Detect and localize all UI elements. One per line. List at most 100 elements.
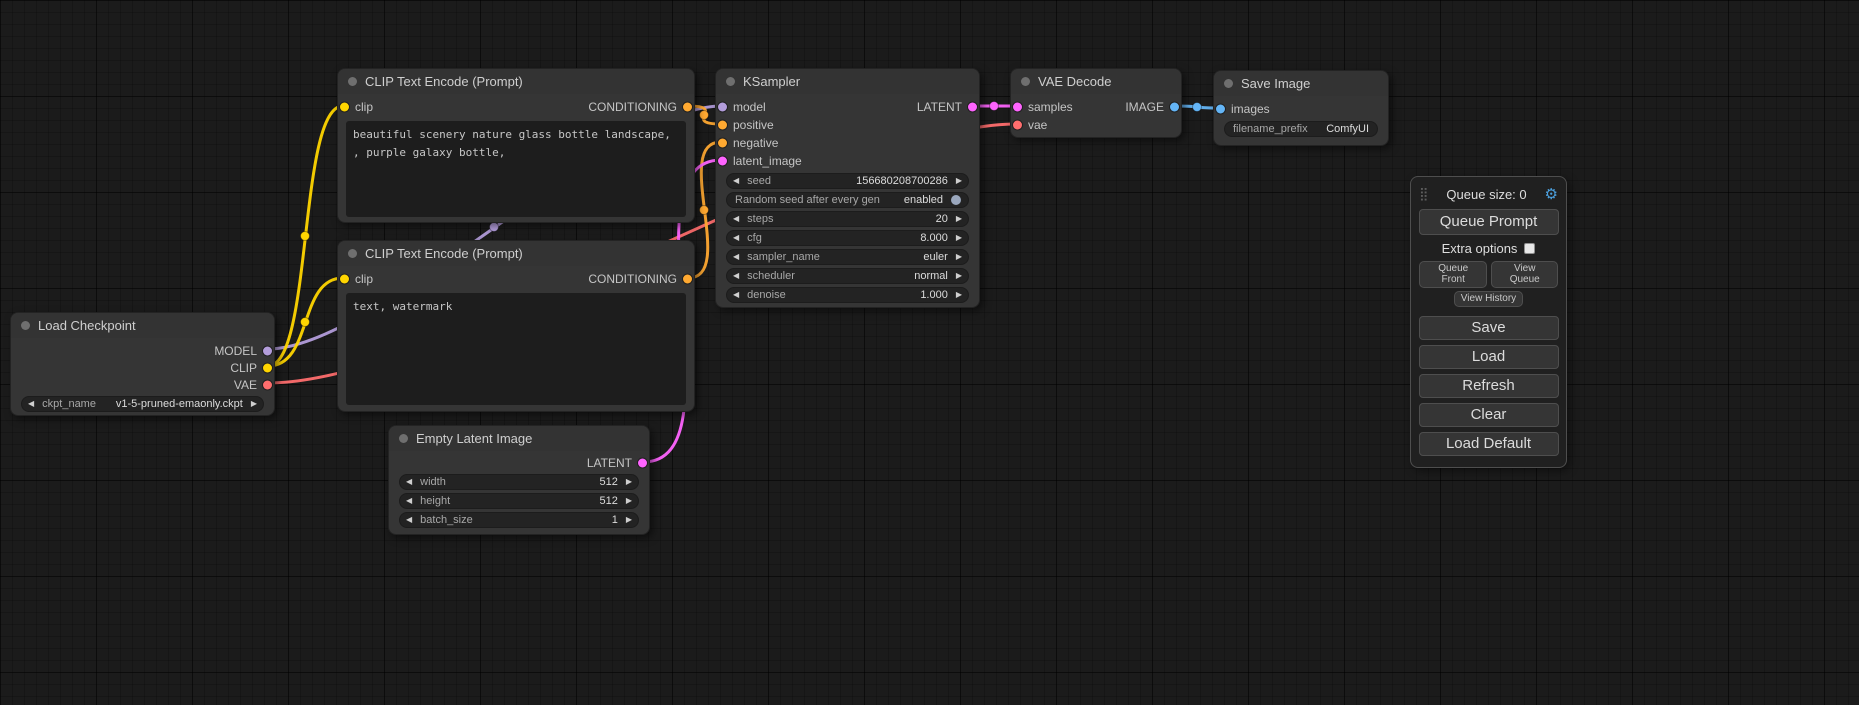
decrement-arrow-icon[interactable]: ◀ <box>733 234 739 242</box>
node-title-bar[interactable]: Empty Latent Image <box>389 426 649 451</box>
node-title-bar[interactable]: CLIP Text Encode (Prompt) <box>338 69 694 94</box>
comfy-menu-panel[interactable]: ⣿ Queue size: 0 ⚙ Queue Prompt Extra opt… <box>1410 176 1567 468</box>
decrement-arrow-icon[interactable]: ◀ <box>406 497 412 505</box>
decrement-arrow-icon[interactable]: ◀ <box>406 516 412 524</box>
positive-input-dot[interactable] <box>718 121 727 130</box>
filename-prefix-widget[interactable]: filename_prefix ComfyUI <box>1224 121 1378 137</box>
decrement-arrow-icon[interactable]: ◀ <box>733 177 739 185</box>
batch-size-widget[interactable]: ◀ batch_size 1 ▶ <box>399 512 639 528</box>
node-title-bar[interactable]: CLIP Text Encode (Prompt) <box>338 241 694 266</box>
node-vae-decode[interactable]: VAE Decode samples IMAGE vae <box>1010 68 1182 138</box>
increment-arrow-icon[interactable]: ▶ <box>956 215 962 223</box>
collapse-dot[interactable] <box>348 249 357 258</box>
widget-value[interactable]: euler <box>923 251 947 263</box>
collapse-dot[interactable] <box>399 434 408 443</box>
widget-value[interactable]: v1-5-pruned-emaonly.ckpt <box>116 398 243 410</box>
seed-widget[interactable]: ◀ seed 156680208700286 ▶ <box>726 173 969 189</box>
increment-arrow-icon[interactable]: ▶ <box>626 497 632 505</box>
vae-input-dot[interactable] <box>1013 121 1022 130</box>
widget-value[interactable]: 20 <box>936 213 948 225</box>
node-title-bar[interactable]: Load Checkpoint <box>11 313 274 338</box>
clip-input-dot[interactable] <box>340 275 349 284</box>
widget-value[interactable]: 1.000 <box>920 289 948 301</box>
widget-value[interactable]: enabled <box>904 194 943 206</box>
decrement-arrow-icon[interactable]: ◀ <box>733 291 739 299</box>
collapse-dot[interactable] <box>726 77 735 86</box>
load-button[interactable]: Load <box>1419 345 1559 369</box>
clear-button[interactable]: Clear <box>1419 403 1559 427</box>
latent-image-input-dot[interactable] <box>718 157 727 166</box>
node-empty-latent-image[interactable]: Empty Latent Image LATENT ◀ width 512 ▶ … <box>388 425 650 535</box>
images-input-dot[interactable] <box>1216 105 1225 114</box>
node-title-bar[interactable]: KSampler <box>716 69 979 94</box>
node-save-image[interactable]: Save Image images filename_prefix ComfyU… <box>1213 70 1389 146</box>
cfg-widget[interactable]: ◀ cfg 8.000 ▶ <box>726 230 969 246</box>
slot-row: clip CONDITIONING <box>338 98 694 116</box>
widget-label: batch_size <box>420 514 473 526</box>
clip-output-dot[interactable] <box>263 363 272 372</box>
collapse-dot[interactable] <box>1224 79 1233 88</box>
increment-arrow-icon[interactable]: ▶ <box>956 291 962 299</box>
node-load-checkpoint[interactable]: Load Checkpoint MODEL CLIP VAE ◀ ckpt_na… <box>10 312 275 416</box>
random-seed-widget[interactable]: Random seed after every gen enabled <box>726 192 969 208</box>
increment-arrow-icon[interactable]: ▶ <box>956 177 962 185</box>
widget-value[interactable]: ComfyUI <box>1326 123 1369 135</box>
increment-arrow-icon[interactable]: ▶ <box>956 272 962 280</box>
image-output-dot[interactable] <box>1170 103 1179 112</box>
increment-arrow-icon[interactable]: ▶ <box>626 478 632 486</box>
height-widget[interactable]: ◀ height 512 ▶ <box>399 493 639 509</box>
refresh-button[interactable]: Refresh <box>1419 374 1559 398</box>
widget-value[interactable]: 8.000 <box>920 232 948 244</box>
decrement-arrow-icon[interactable]: ◀ <box>733 253 739 261</box>
widget-value[interactable]: 156680208700286 <box>856 175 948 187</box>
node-title-bar[interactable]: Save Image <box>1214 71 1388 96</box>
save-button[interactable]: Save <box>1419 316 1559 340</box>
widget-value[interactable]: normal <box>914 270 948 282</box>
increment-arrow-icon[interactable]: ▶ <box>956 234 962 242</box>
node-title-bar[interactable]: VAE Decode <box>1011 69 1181 94</box>
increment-arrow-icon[interactable]: ▶ <box>251 400 257 408</box>
view-queue-button[interactable]: View Queue <box>1491 261 1558 288</box>
ckpt-name-widget[interactable]: ◀ ckpt_name v1-5-pruned-emaonly.ckpt ▶ <box>21 396 264 412</box>
node-ksampler[interactable]: KSampler model LATENT positive negative … <box>715 68 980 308</box>
model-output-dot[interactable] <box>263 346 272 355</box>
widget-value[interactable]: 1 <box>612 514 618 526</box>
settings-gear-icon[interactable]: ⚙ <box>1545 185 1558 203</box>
toggle-dot[interactable] <box>951 195 961 205</box>
conditioning-output-dot[interactable] <box>683 103 692 112</box>
widget-value[interactable]: 512 <box>599 476 617 488</box>
view-history-button[interactable]: View History <box>1454 291 1523 307</box>
scheduler-widget[interactable]: ◀ scheduler normal ▶ <box>726 268 969 284</box>
decrement-arrow-icon[interactable]: ◀ <box>733 215 739 223</box>
decrement-arrow-icon[interactable]: ◀ <box>733 272 739 280</box>
conditioning-output-dot[interactable] <box>683 275 692 284</box>
load-default-button[interactable]: Load Default <box>1419 432 1559 456</box>
queue-front-button[interactable]: Queue Front <box>1419 261 1487 288</box>
drag-handle-icon[interactable]: ⣿ <box>1419 186 1429 202</box>
collapse-dot[interactable] <box>21 321 30 330</box>
model-input-dot[interactable] <box>718 103 727 112</box>
positive-prompt-textarea[interactable]: beautiful scenery nature glass bottle la… <box>346 121 686 217</box>
decrement-arrow-icon[interactable]: ◀ <box>406 478 412 486</box>
samples-input-dot[interactable] <box>1013 103 1022 112</box>
increment-arrow-icon[interactable]: ▶ <box>626 516 632 524</box>
latent-output-dot[interactable] <box>968 103 977 112</box>
steps-widget[interactable]: ◀ steps 20 ▶ <box>726 211 969 227</box>
node-clip-text-encode-negative[interactable]: CLIP Text Encode (Prompt) clip CONDITION… <box>337 240 695 412</box>
increment-arrow-icon[interactable]: ▶ <box>956 253 962 261</box>
negative-prompt-textarea[interactable]: text, watermark <box>346 293 686 405</box>
latent-output-dot[interactable] <box>638 459 647 468</box>
denoise-widget[interactable]: ◀ denoise 1.000 ▶ <box>726 287 969 303</box>
extra-options-checkbox[interactable] <box>1524 243 1535 254</box>
clip-input-dot[interactable] <box>340 103 349 112</box>
sampler-name-widget[interactable]: ◀ sampler_name euler ▶ <box>726 249 969 265</box>
width-widget[interactable]: ◀ width 512 ▶ <box>399 474 639 490</box>
negative-input-dot[interactable] <box>718 139 727 148</box>
queue-prompt-button[interactable]: Queue Prompt <box>1419 209 1559 235</box>
node-clip-text-encode-positive[interactable]: CLIP Text Encode (Prompt) clip CONDITION… <box>337 68 695 223</box>
collapse-dot[interactable] <box>348 77 357 86</box>
widget-value[interactable]: 512 <box>599 495 617 507</box>
decrement-arrow-icon[interactable]: ◀ <box>28 400 34 408</box>
vae-output-dot[interactable] <box>263 380 272 389</box>
collapse-dot[interactable] <box>1021 77 1030 86</box>
